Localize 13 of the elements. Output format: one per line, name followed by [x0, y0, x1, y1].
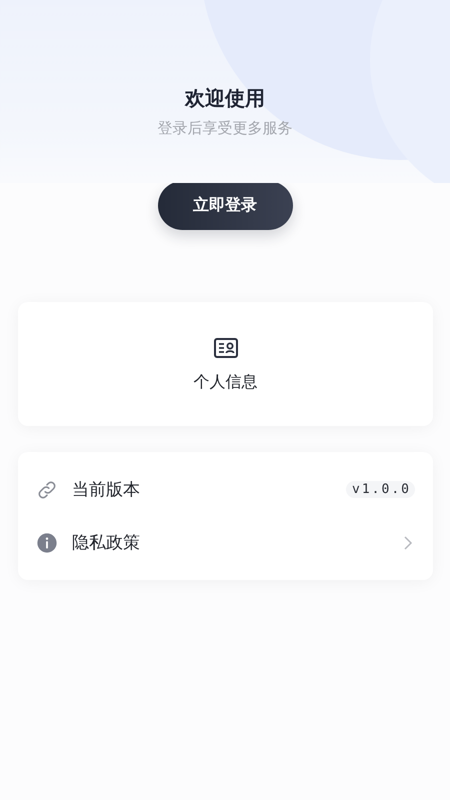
link-icon: [36, 478, 58, 500]
id-card-icon: [214, 338, 238, 358]
setting-label: 隐私政策: [72, 532, 140, 554]
welcome-title: 欢迎使用: [185, 85, 265, 112]
version-value: v1.0.0: [346, 481, 415, 498]
setting-label: 当前版本: [72, 479, 140, 501]
login-button[interactable]: 立即登录: [158, 181, 292, 230]
privacy-row[interactable]: 隐私政策: [18, 516, 433, 569]
profile-label: 个人信息: [194, 372, 258, 392]
info-icon: [36, 532, 58, 554]
welcome-subtitle: 登录后享受更多服务: [158, 118, 292, 139]
profile-card[interactable]: 个人信息: [18, 302, 433, 426]
chevron-right-icon: [403, 534, 413, 550]
